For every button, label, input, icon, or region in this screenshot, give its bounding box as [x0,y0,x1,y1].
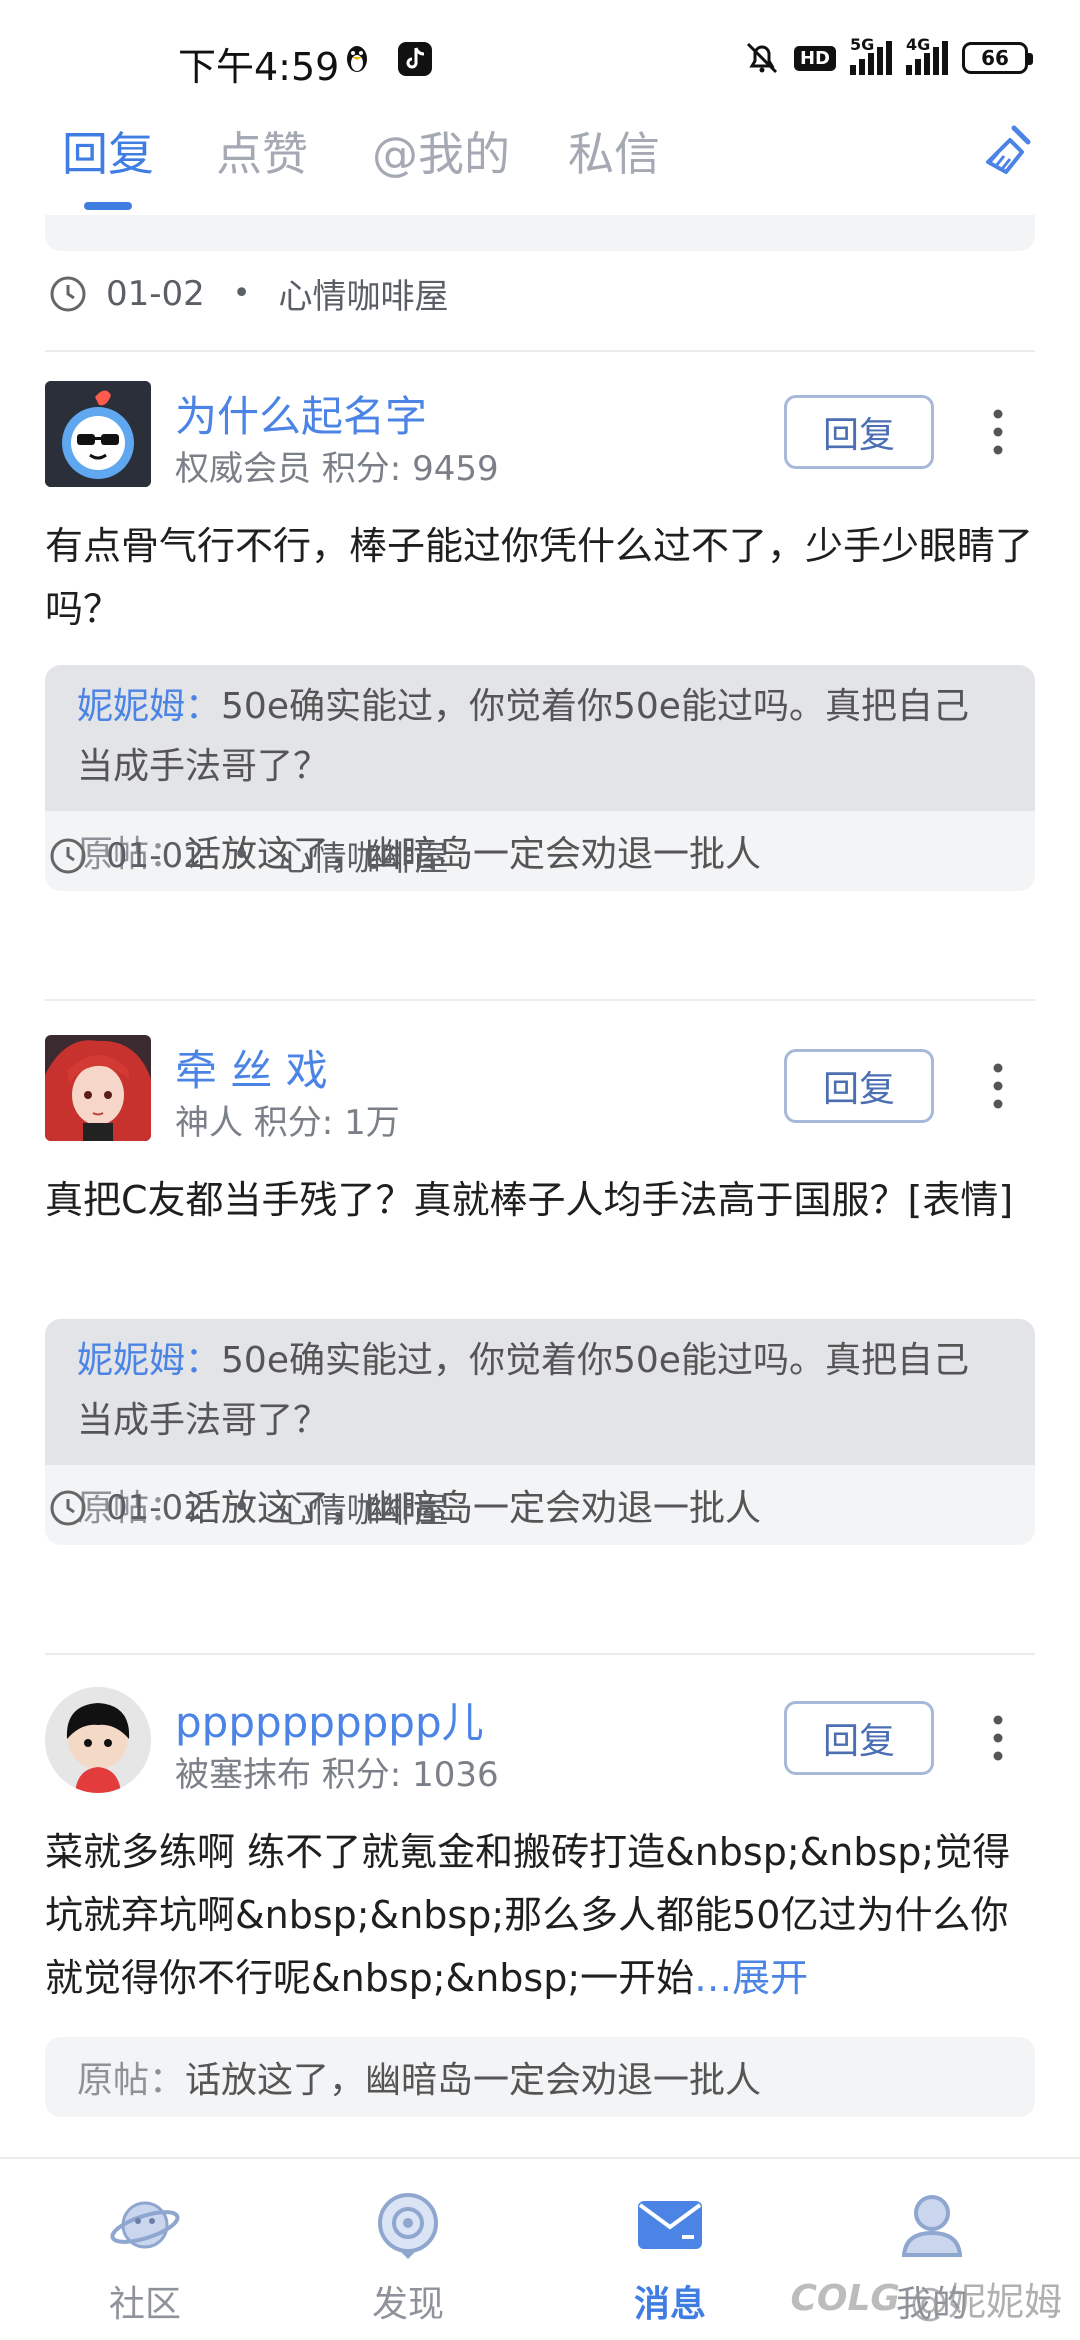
battery-icon: 66 [962,42,1033,74]
status-right: HD 5G 4G 66 [744,35,1033,76]
clock-icon [50,276,86,311]
reply-content: 菜就多练啊 练不了就氪金和搬砖打造&nbsp;&nbsp;觉得坑就弃坑啊&nbs… [45,1821,1035,2010]
tab-likes[interactable]: 点赞 [216,118,308,184]
tab-private-messages[interactable]: 私信 [568,118,660,184]
divider [45,1653,1035,1655]
nav-label: 消息 [633,2284,706,2325]
avatar[interactable] [45,381,151,487]
username[interactable]: 牵 丝 戏 [175,1037,328,1098]
active-tab-indicator [84,202,132,210]
avatar[interactable] [45,1035,151,1141]
qq-penguin-icon [340,42,374,76]
more-options-icon[interactable] [990,407,1006,457]
reply-button[interactable]: 回复 [784,1701,934,1775]
hd-badge: HD [793,45,836,71]
more-options-icon[interactable] [990,1713,1006,1763]
more-options-icon[interactable] [990,1061,1006,1111]
expand-link[interactable]: …展开 [694,1956,808,2000]
my-comment-quote: 妮妮姆：50e确实能过，你觉着你50e能过吗。真把自己当成手法哥了？ [45,665,1035,811]
message-icon [638,2201,702,2249]
post-date: 01-02 [106,835,205,876]
divider [45,999,1035,1001]
discover-icon [378,2193,438,2259]
colg-logo: COLG [790,2278,900,2319]
reply-content: 有点骨气行不行，棒子能过你凭什么过不了，少手少眼睛了吗？ [45,524,1034,631]
original-post-label: 原帖： [77,2060,186,2101]
post-date: 01-02 [106,273,205,314]
status-bar: 下午4:59 HD 5G 4G 66 [0,0,1080,110]
nav-community[interactable]: 社区 [75,2185,215,2327]
message-tabs: 回复 点赞 @我的 私信 [0,110,1080,215]
clock-icon [50,1490,86,1525]
quote-author: 妮妮姆 [77,686,186,727]
original-post-title: 话放这了，幽暗岛一定会劝退一批人 [185,2060,762,2101]
bottom-nav: 社区 发现 消息 我的 COLG @妮妮姆 [0,2157,1080,2340]
reply-feed[interactable]: 01-02 • 心情咖啡屋 为什么起名字 权威会员 积分: 9459 回复 有点… [0,215,1080,2157]
signal-4g-icon: 4G [906,35,948,75]
watermark: COLG @妮妮姆 [790,2271,1062,2326]
username[interactable]: 为什么起名字 [175,383,427,444]
profile-icon [901,2195,963,2257]
original-post[interactable]: 原帖： 话放这了，幽暗岛一定会劝退一批人 [45,2037,1035,2117]
notification-icons [340,42,432,76]
nav-discover[interactable]: 发现 [338,2185,478,2327]
post-meta: 01-02 • 心情咖啡屋 [48,831,449,880]
post-meta: 01-02 • 心情咖啡屋 [48,1483,449,1532]
post-forum[interactable]: 心情咖啡屋 [279,1483,449,1532]
status-time: 下午4:59 [178,45,340,89]
nav-messages[interactable]: 消息 [600,2185,740,2327]
nav-label: 发现 [371,2284,444,2325]
post-forum[interactable]: 心情咖啡屋 [279,831,449,880]
avatar[interactable] [45,1687,151,1793]
previous-post-meta: 01-02 • 心情咖啡屋 [48,269,449,318]
post-date: 01-02 [106,1487,205,1528]
post-forum[interactable]: 心情咖啡屋 [279,269,449,318]
previous-quote-box [45,215,1035,251]
planet-icon [110,2201,180,2249]
signal-5g-icon: 5G [850,35,892,75]
quote-author: 妮妮姆 [77,1340,186,1381]
mute-bell-icon [746,42,778,74]
my-comment-quote: 妮妮姆：50e确实能过，你觉着你50e能过吗。真把自己当成手法哥了？ [45,1319,1035,1465]
user-rank: 权威会员 积分: 9459 [175,449,499,489]
reply-content-text: 菜就多练啊 练不了就氪金和搬砖打造&nbsp;&nbsp;觉得坑就弃坑啊&nbs… [45,1830,1011,2000]
username[interactable]: pppppppppp儿 [175,1689,484,1750]
reply-content: 真把C友都当手残了？真就棒子人均手法高于国服？[表情] [45,1178,1014,1222]
divider [45,350,1035,352]
nav-label: 社区 [108,2284,181,2325]
tiktok-icon [398,42,432,76]
reply-button[interactable]: 回复 [784,395,934,469]
watermark-text: @妮妮姆 [909,2280,1062,2324]
clock-icon [50,838,86,873]
user-rank: 神人 积分: 1万 [175,1103,400,1143]
reply-button[interactable]: 回复 [784,1049,934,1123]
tab-reply[interactable]: 回复 [62,118,154,184]
quote-box[interactable]: 原帖： 话放这了，幽暗岛一定会劝退一批人 [45,2037,1035,2117]
clear-broom-icon[interactable] [976,122,1040,186]
user-rank: 被塞抹布 积分: 1036 [175,1755,499,1795]
tab-mentions[interactable]: @我的 [372,118,510,184]
